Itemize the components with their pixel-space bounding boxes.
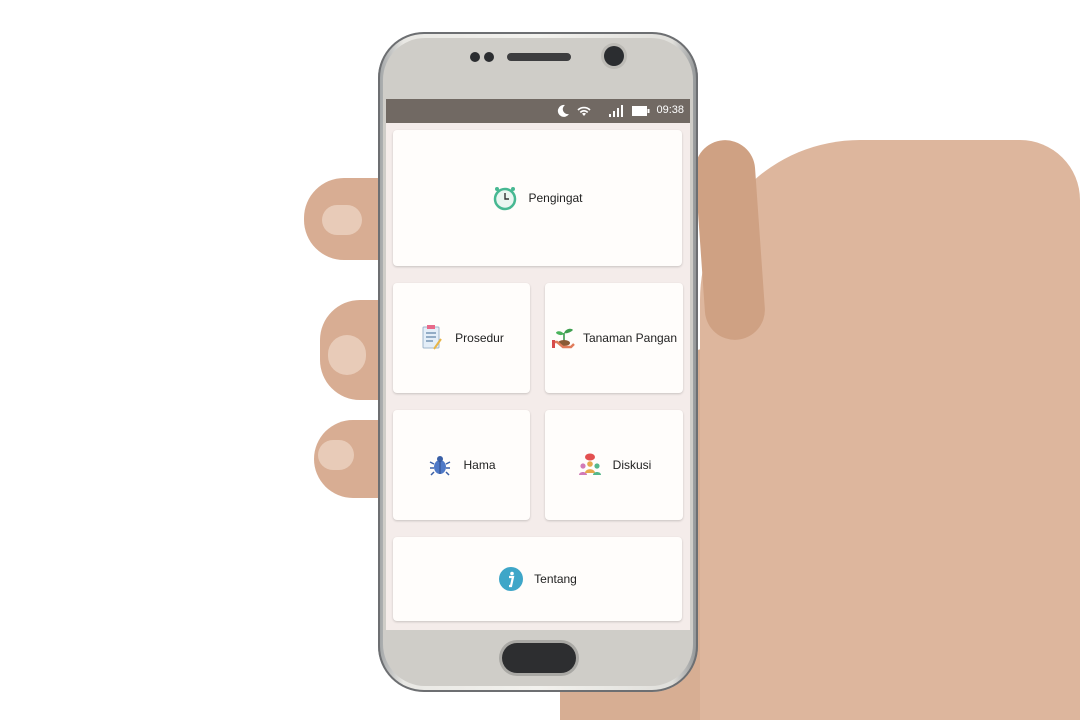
menu-label-pengingat: Pengingat: [528, 191, 583, 205]
hand-thumb: [693, 138, 767, 342]
battery-icon: [631, 104, 651, 118]
front-camera-icon: [604, 46, 624, 66]
menu-label-prosedur: Prosedur: [455, 331, 504, 345]
alarm-clock-icon: [492, 185, 518, 211]
fingernail: [322, 205, 362, 235]
menu-label-tanaman-pangan: Tanaman Pangan: [582, 331, 678, 345]
fingernail: [328, 335, 366, 375]
fingernail: [318, 440, 354, 470]
status-bar: 09:38: [386, 99, 690, 123]
menu-label-diskusi: Diskusi: [612, 458, 652, 472]
menu-label-hama: Hama: [463, 458, 496, 472]
menu-card-prosedur[interactable]: Prosedur: [393, 283, 530, 393]
menu-label-tentang: Tentang: [534, 572, 577, 586]
moon-icon: [556, 104, 570, 118]
sensor-icon: [484, 52, 494, 62]
bug-icon: [427, 452, 453, 478]
menu-card-hama[interactable]: Hama: [393, 410, 530, 520]
app-screen: 09:38 Pengingat Prosedur Tanaman Pangan …: [386, 99, 690, 630]
checklist-icon: [419, 325, 445, 351]
sensor-icon: [470, 52, 480, 62]
menu-card-diskusi[interactable]: Diskusi: [545, 410, 683, 520]
menu-card-tanaman-pangan[interactable]: Tanaman Pangan: [545, 283, 683, 393]
menu-card-tentang[interactable]: Tentang: [393, 537, 682, 621]
status-time: 09:38: [656, 104, 684, 116]
home-button[interactable]: [502, 643, 576, 673]
earpiece-speaker: [507, 53, 571, 61]
info-icon: [498, 566, 524, 592]
discussion-icon: [577, 452, 603, 478]
signal-icon: [608, 104, 624, 118]
wifi-icon: [576, 104, 592, 118]
menu-card-pengingat[interactable]: Pengingat: [393, 130, 682, 266]
seedling-hand-icon: [551, 325, 577, 351]
